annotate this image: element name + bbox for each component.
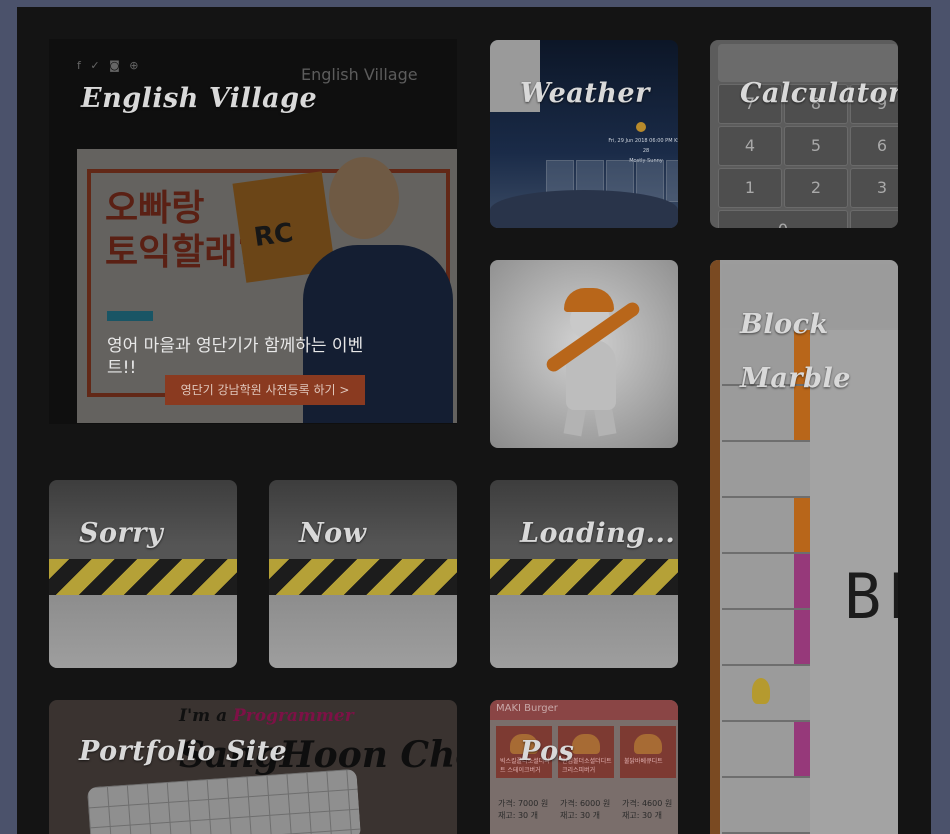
card-title-line2: Marble (740, 363, 851, 394)
calc-key-5: 5 (784, 126, 848, 166)
color-stripe (794, 722, 810, 776)
burger-icon (634, 734, 662, 754)
calc-key-blank (850, 210, 898, 228)
board-space (722, 554, 810, 610)
portfolio-subtitle: I'm a Programmer (179, 706, 354, 726)
menu-stock: 재고: 30 개 (622, 811, 663, 820)
banner-caption: 영어 마을과 영단기가 함께하는 이벤트!! (107, 336, 364, 378)
calc-key-0: 0 (718, 210, 848, 228)
card-portfolio-site[interactable]: I'm a Programmer SangHoon Cho Portfolio … (49, 700, 457, 834)
card-title: Weather (520, 78, 650, 109)
card-title: Pos (520, 736, 575, 767)
portfolio-grid: f ✓ ◙ ⊕ English Village 오빠랑 토익할래? RC 영어 … (17, 7, 931, 834)
caution-stripes (490, 559, 678, 595)
board-space (722, 778, 810, 834)
grid-tablet-image (86, 768, 362, 834)
sun-icon (636, 122, 646, 132)
person-image-head (329, 157, 399, 239)
weather-temp: 28 (642, 148, 650, 154)
card-weather[interactable]: Fri, 29 Jun 2018 06:00 PM KST 28 Mostly … (490, 40, 678, 228)
card-sorry[interactable]: Sorry (49, 480, 237, 668)
pos-header: MAKI Burger (490, 700, 678, 720)
calc-key-6: 6 (850, 126, 898, 166)
card-title: Portfolio Site (79, 736, 288, 767)
color-stripe (794, 498, 810, 552)
card-bottom (49, 595, 237, 668)
event-banner: 오빠랑 토익할래? RC 영어 마을과 영단기가 함께하는 이벤트!! 영단기 … (77, 149, 457, 423)
caution-stripes (49, 559, 237, 595)
card-pos[interactable]: MAKI Burger 빅스킬폴더소셜더디트 스테이크버거 한입볼더소셜더디트 … (490, 700, 678, 834)
banner-tag (107, 311, 153, 321)
card-now[interactable]: Now (269, 480, 457, 668)
calc-key-2: 2 (784, 168, 848, 208)
card-title: Loading... (520, 518, 676, 549)
card-bottom (490, 595, 678, 668)
board-space (722, 610, 810, 666)
register-button[interactable]: 영단기 강남학원 사전등록 하기 > (165, 375, 365, 405)
card-title-line1: Block (740, 309, 829, 340)
calc-key-1: 1 (718, 168, 782, 208)
card-title: Block Marble (740, 298, 851, 406)
card-loading[interactable]: Loading... (490, 480, 678, 668)
caution-stripes (269, 559, 457, 595)
forecast-cell (666, 160, 678, 202)
menu-stock: 재고: 30 개 (560, 811, 601, 820)
card-english-village[interactable]: f ✓ ◙ ⊕ English Village 오빠랑 토익할래? RC 영어 … (49, 39, 457, 424)
calc-key-4: 4 (718, 126, 782, 166)
subtitle-prefix: I'm a (179, 706, 233, 726)
card-title: Calculator (740, 78, 898, 109)
subtitle-accent: Programmer (233, 706, 354, 726)
card-calculator[interactable]: 7 8 9 4 5 6 1 2 3 0 Calculator (710, 40, 898, 228)
calculator-display (718, 44, 898, 82)
card-block-marble[interactable]: BL Block Marble (710, 260, 898, 834)
board-logo-text: BL (844, 560, 898, 633)
social-icons: f ✓ ◙ ⊕ (77, 59, 142, 72)
board-space (722, 722, 810, 778)
card-title: English Village (81, 83, 318, 114)
menu-item: 불닭바베큐디트 (620, 726, 676, 778)
landscape-image (490, 190, 678, 228)
color-stripe (794, 554, 810, 608)
board-edge (710, 260, 720, 834)
menu-price: 가격: 4600 원 (622, 799, 673, 808)
weather-date: Fri, 29 Jun 2018 06:00 PM KST (608, 138, 678, 144)
board-space (722, 498, 810, 554)
lightbulb-icon (752, 678, 770, 704)
menu-item-name: 불닭바베큐디트 (624, 758, 663, 765)
board-space (722, 442, 810, 498)
card-bottom (269, 595, 457, 668)
card-title: Now (299, 518, 367, 549)
menu-price: 가격: 6000 원 (560, 799, 611, 808)
calc-key-3: 3 (850, 168, 898, 208)
burger-icon (572, 734, 600, 754)
brand-logo-text: English Village (301, 65, 418, 84)
card-title: Sorry (79, 518, 164, 549)
board-space (722, 666, 810, 722)
color-stripe (794, 610, 810, 664)
book-label: RC (252, 217, 296, 254)
hard-hat-icon (564, 288, 614, 312)
menu-stock: 재고: 30 개 (498, 811, 539, 820)
menu-price: 가격: 7000 원 (498, 799, 549, 808)
card-under-construction-figure[interactable] (490, 260, 678, 448)
